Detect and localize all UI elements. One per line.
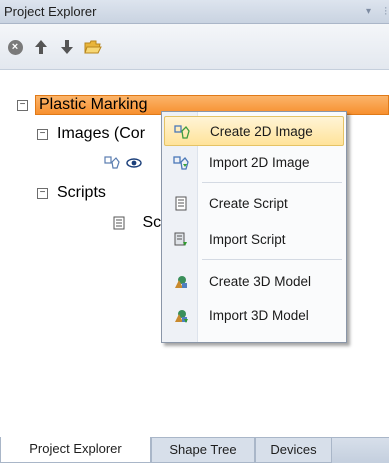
tab-label: Devices [270, 442, 317, 457]
model-3d-icon [173, 274, 189, 290]
script-icon [173, 196, 189, 212]
menu-separator [202, 182, 342, 183]
shape-2d-icon [174, 124, 190, 140]
menu-item-label: Create 2D Image [210, 124, 313, 139]
panel-title: Project Explorer [4, 4, 97, 19]
menu-item-create-script[interactable]: Create Script [164, 189, 344, 219]
pin-icon[interactable]: ▾ [366, 0, 371, 24]
move-up-button[interactable] [30, 36, 52, 58]
import-script-icon [173, 232, 189, 248]
tab-project-explorer[interactable]: Project Explorer [0, 437, 151, 463]
menu-item-label: Import 3D Model [209, 308, 309, 323]
move-down-button[interactable] [56, 36, 78, 58]
context-menu: Create 2D Image Import 2D Image Create S… [161, 111, 347, 343]
toolbar: × [0, 24, 389, 70]
cancel-icon: × [7, 39, 23, 55]
menu-item-label: Create 3D Model [209, 274, 312, 289]
menu-item-import-3d-model[interactable]: Import 3D Model [164, 301, 344, 331]
folder-open-icon [84, 40, 102, 54]
menu-separator [202, 259, 342, 260]
menu-item-import-script[interactable]: Import Script [164, 225, 344, 255]
tab-label: Shape Tree [169, 442, 237, 457]
tree-node-scripts[interactable]: Scripts [57, 183, 106, 203]
script-icon [113, 216, 125, 230]
tree-node-images[interactable]: Images (Cor [57, 124, 145, 144]
panel-titlebar: Project Explorer ▾ ⫶ [0, 0, 389, 24]
menu-item-create-2d-image[interactable]: Create 2D Image [164, 116, 344, 146]
tab-shape-tree[interactable]: Shape Tree [151, 438, 255, 463]
root-expander[interactable]: − [17, 100, 28, 111]
tree-node-label: Sc [142, 214, 162, 231]
bottom-tab-bar: Project Explorer Shape Tree Devices [0, 437, 389, 463]
shape-2d-icon [104, 156, 120, 169]
menu-item-label: Create Script [209, 196, 288, 211]
tab-label: Project Explorer [29, 441, 122, 456]
panel-menu-icon[interactable]: ⫶ [384, 0, 387, 24]
tree-node-label: Plastic Marking [39, 96, 148, 113]
cancel-button[interactable]: × [4, 36, 26, 58]
images-expander[interactable]: − [37, 129, 48, 140]
tree-node-script-item[interactable]: Sc [113, 213, 161, 233]
menu-item-create-3d-model[interactable]: Create 3D Model [164, 267, 344, 297]
scripts-expander[interactable]: − [37, 188, 48, 199]
project-explorer-panel: Project Explorer ▾ ⫶ × − Plastic Marking [0, 0, 389, 463]
menu-item-import-2d-image[interactable]: Import 2D Image [164, 148, 344, 178]
tree-node-plastic-marking[interactable]: Plastic Marking [39, 95, 147, 115]
import-2d-icon [173, 155, 189, 171]
open-folder-button[interactable] [82, 36, 104, 58]
tree-node-image-item[interactable] [104, 153, 143, 173]
import-3d-icon [173, 308, 189, 324]
menu-item-label: Import 2D Image [209, 155, 310, 170]
tab-devices[interactable]: Devices [255, 438, 332, 463]
tree-node-label: Images (Cor [57, 125, 146, 142]
arrow-up-icon [35, 40, 47, 54]
tree-node-label: Scripts [57, 184, 106, 201]
eye-icon[interactable] [126, 157, 143, 169]
arrow-down-icon [61, 40, 73, 54]
menu-item-label: Import Script [209, 232, 286, 247]
